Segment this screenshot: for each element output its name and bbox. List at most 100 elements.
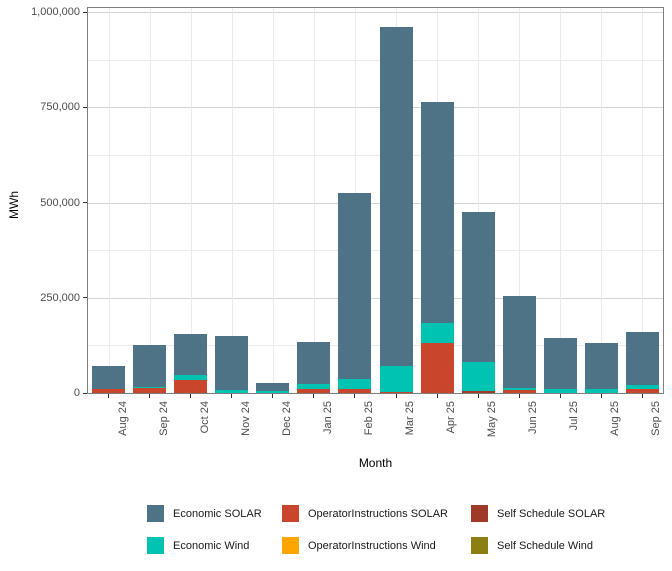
bar-segment [338,379,371,389]
bar-segment [215,336,248,390]
x-tick-mark [272,394,273,398]
bar-segment [585,343,618,389]
x-tick-label: Feb 25 [362,401,376,447]
legend-label: Economic Wind [173,540,249,552]
x-tick-label: May 25 [485,401,499,447]
bar-segment [380,27,413,366]
legend-swatch [471,505,488,522]
bar-segment [174,334,207,375]
x-tick-label: Sep 24 [157,401,171,447]
x-tick-label: Jun 25 [526,401,540,447]
x-tick-mark [519,394,520,398]
x-tick-mark [190,394,191,398]
x-tick-label: Jan 25 [321,401,335,447]
legend: Economic SOLAR OperatorInstructions SOLAR… [147,505,605,554]
bar-segment [544,338,577,389]
x-tick-label: Apr 25 [444,401,458,447]
grid-line-vertical [109,8,110,393]
legend-item: Self Schedule Wind [471,537,605,554]
bar-segment [421,102,454,323]
x-tick-label: Jul 25 [567,401,581,447]
chart-figure: MWh Month Economic SOLAROperatorInstruct… [0,0,672,571]
y-tick-label: 500,000 [0,196,80,210]
grid-line-vertical [560,8,561,393]
grid-line-minor [88,250,663,251]
bar-segment [256,391,289,393]
bar-segment [174,380,207,393]
legend-swatch [471,537,488,554]
bar-segment [462,362,495,392]
legend-swatch [282,537,299,554]
y-tick-mark [83,107,87,108]
x-tick-mark [149,394,150,398]
grid-line-major [88,12,663,13]
grid-line-major [88,107,663,108]
x-tick-mark [642,394,643,398]
x-tick-label: Oct 24 [198,401,212,447]
legend-swatch [147,505,164,522]
bar-segment [338,193,371,379]
legend-item: Economic Wind [147,537,282,554]
bar-segment [544,389,577,393]
plot-panel [87,7,664,394]
legend-label: Self Schedule Wind [497,540,593,552]
x-tick-mark [108,394,109,398]
bar-segment [133,388,166,393]
bar-segment [503,390,536,393]
grid-line-vertical [150,8,151,393]
legend-label: OperatorInstructions Wind [308,540,436,552]
bar-segment [380,392,413,393]
legend-item: Self Schedule SOLAR [471,505,605,522]
x-tick-mark [354,394,355,398]
x-tick-label: Aug 25 [608,401,622,447]
legend-label: Self Schedule SOLAR [497,508,605,520]
x-tick-mark [313,394,314,398]
bar-segment [585,389,618,393]
x-tick-mark [437,394,438,398]
y-tick-label: 0 [0,386,80,400]
y-tick-label: 250,000 [0,291,80,305]
bar-segment [92,389,125,393]
x-tick-mark [231,394,232,398]
x-tick-label: Nov 24 [239,401,253,447]
y-tick-mark [83,202,87,203]
bar-segment [133,345,166,386]
x-tick-label: Sep 25 [649,401,663,447]
legend-swatch [147,537,164,554]
bar-segment [338,389,371,393]
bar-segment [215,390,248,393]
x-axis-title: Month [87,456,664,470]
legend-item: Economic SOLAR [147,505,282,522]
x-tick-mark [560,394,561,398]
legend-label: Economic SOLAR [173,508,262,520]
legend-label: OperatorInstructions SOLAR [308,508,448,520]
x-tick-label: Mar 25 [403,401,417,447]
legend-swatch [282,505,299,522]
grid-line-major [88,298,663,299]
bar-segment [421,343,454,393]
bar-segment [92,366,125,390]
legend-item: OperatorInstructions SOLAR [282,505,471,522]
grid-line-minor [88,60,663,61]
bar-segment [256,383,289,391]
bar-segment [503,296,536,388]
bar-segment [174,375,207,380]
x-tick-mark [601,394,602,398]
y-tick-mark [83,12,87,13]
y-tick-label: 1,000,000 [0,5,80,19]
bar-segment [133,387,166,389]
x-tick-label: Aug 24 [116,401,130,447]
y-tick-mark [83,297,87,298]
bar-segment [462,391,495,393]
bar-segment [421,323,454,343]
grid-line-vertical [601,8,602,393]
bar-segment [297,389,330,393]
bar-segment [503,388,536,391]
bar-segment [380,366,413,392]
x-tick-label: Dec 24 [280,401,294,447]
x-tick-mark [478,394,479,398]
bar-segment [297,384,330,389]
legend-item: OperatorInstructions Wind [282,537,471,554]
grid-line-vertical [273,8,274,393]
bar-segment [626,389,659,393]
